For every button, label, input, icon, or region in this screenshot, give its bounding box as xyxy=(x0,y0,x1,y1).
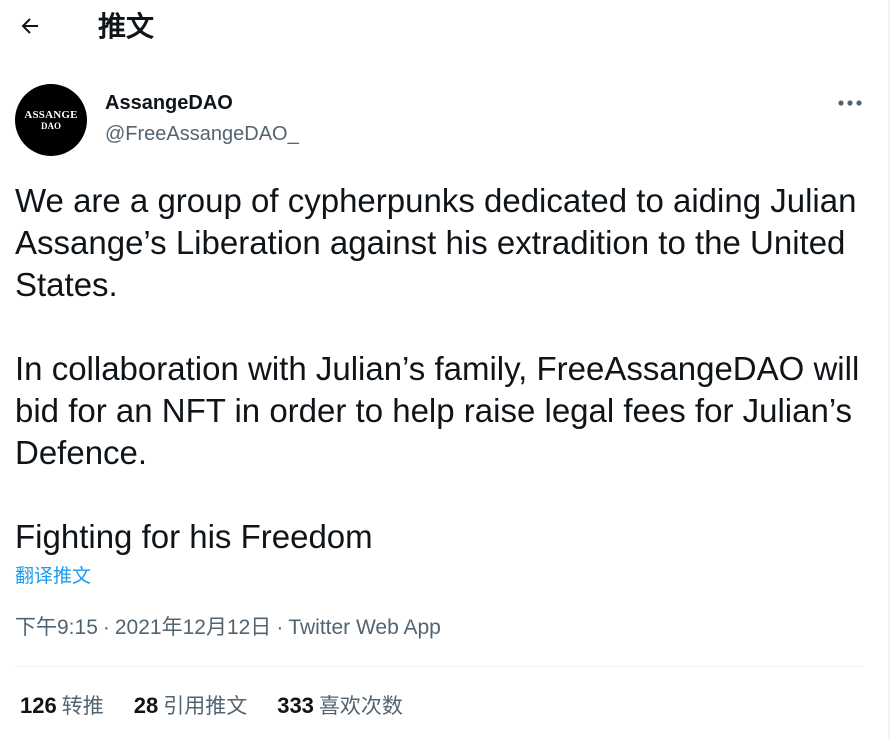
avatar-logo-subtext: DAO xyxy=(41,120,61,131)
tweet-metadata: 下午9:15 · 2021年12月12日 · Twitter Web App xyxy=(15,614,441,642)
tweet-paragraph: We are a group of cypherpunks dedicated … xyxy=(15,182,857,303)
retweets-stat[interactable]: 126 转推 xyxy=(20,692,104,720)
author-handle[interactable]: @FreeAssangeDAO_ xyxy=(105,121,299,147)
quotes-stat[interactable]: 28 引用推文 xyxy=(134,692,247,720)
author-display-name[interactable]: AssangeDAO xyxy=(105,91,233,115)
separator: · xyxy=(276,616,284,639)
arrow-left-icon xyxy=(21,18,38,34)
avatar[interactable]: ASSANGE DAO xyxy=(15,84,87,156)
avatar-logo-text: ASSANGE xyxy=(24,108,78,121)
separator: · xyxy=(102,616,110,639)
back-button[interactable] xyxy=(12,8,48,44)
tweet-stats: 126 转推 28 引用推文 333 喜欢次数 xyxy=(20,692,433,720)
retweets-label: 转推 xyxy=(61,694,104,718)
more-options-button[interactable] xyxy=(830,86,870,120)
tweet-time[interactable]: 下午9:15 xyxy=(15,616,98,639)
quotes-count: 28 xyxy=(133,693,159,718)
likes-label: 喜欢次数 xyxy=(318,694,403,718)
header: 推文 xyxy=(0,0,888,53)
tweet-date[interactable]: 2021年12月12日 xyxy=(115,616,271,639)
tweet-paragraph: In collaboration with Julian’s family, F… xyxy=(15,350,860,471)
divider xyxy=(15,666,864,667)
translate-tweet-link[interactable]: 翻译推文 xyxy=(15,563,91,589)
tweet-paragraph: Fighting for his Freedom xyxy=(15,518,373,555)
page-title: 推文 xyxy=(98,10,155,43)
likes-stat[interactable]: 333 喜欢次数 xyxy=(277,692,403,720)
retweets-count: 126 xyxy=(20,693,57,718)
more-horizontal-icon xyxy=(838,100,862,106)
quotes-label: 引用推文 xyxy=(163,694,248,718)
tweet-source[interactable]: Twitter Web App xyxy=(288,616,441,639)
likes-count: 333 xyxy=(277,693,314,718)
tweet-text: We are a group of cypherpunks dedicated … xyxy=(15,180,865,558)
